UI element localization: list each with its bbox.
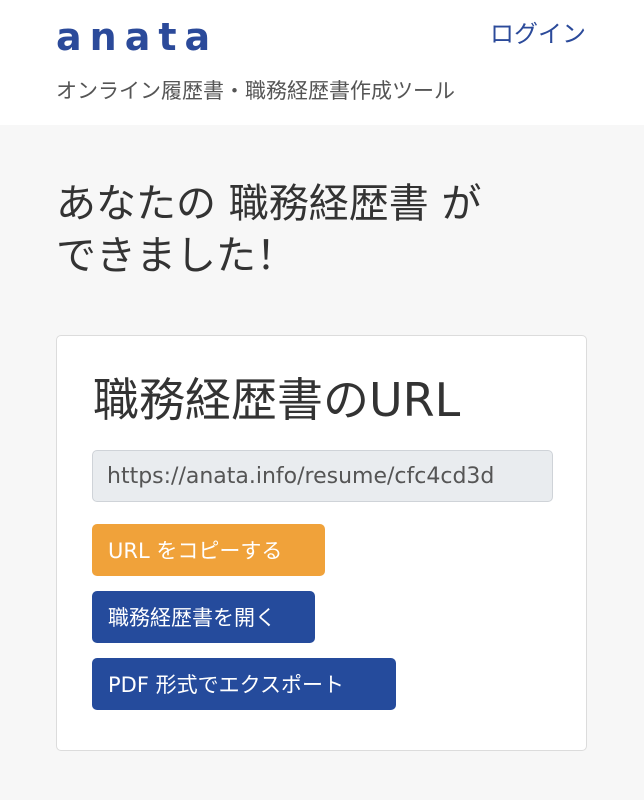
card-title: 職務経歴書のURL	[93, 373, 461, 427]
resume-url-card: 職務経歴書のURL URL をコピーする 職務経歴書を開く PDF 形式でエクス…	[56, 335, 587, 751]
headline-line-2: できました！	[56, 233, 296, 279]
open-resume-button[interactable]: 職務経歴書を開く	[92, 591, 315, 643]
login-link[interactable]: ログイン	[490, 18, 586, 50]
site-tagline: オンライン履歴書・職務経歴書作成ツール	[56, 79, 455, 103]
headline-line-1: あなたの 職務経歴書 が	[56, 181, 482, 227]
resume-url-field[interactable]	[92, 450, 553, 502]
anata-logo[interactable]: anata	[56, 14, 218, 60]
site-header: anata ログイン オンライン履歴書・職務経歴書作成ツール	[0, 0, 644, 125]
page-headline: あなたの 職務経歴書 が できました！	[56, 178, 596, 282]
copy-url-button[interactable]: URL をコピーする	[92, 524, 325, 576]
export-pdf-button[interactable]: PDF 形式でエクスポート	[92, 658, 396, 710]
